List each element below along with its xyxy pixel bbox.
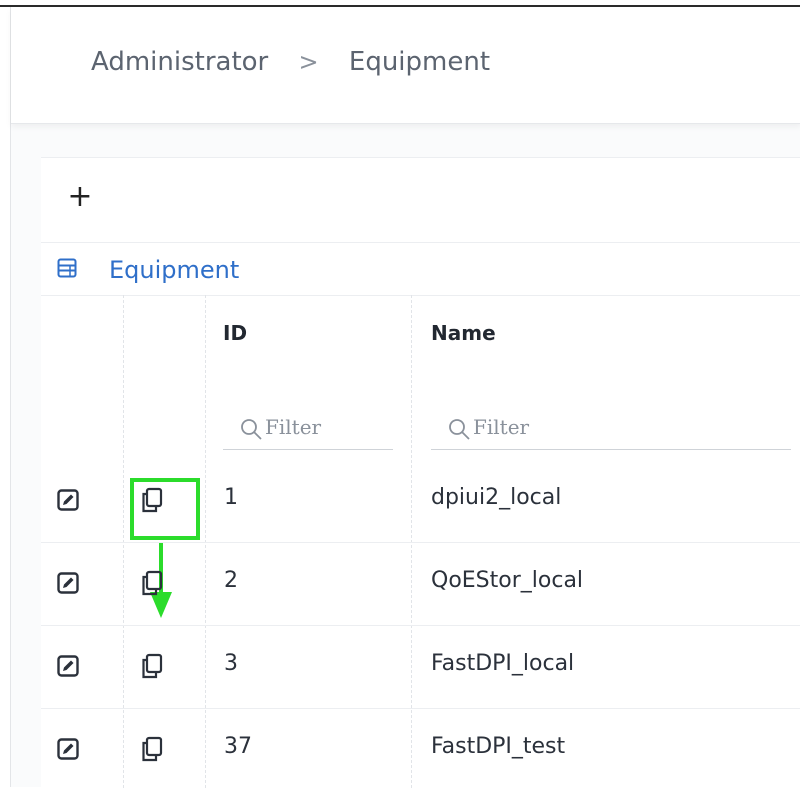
copy-icon[interactable]	[139, 487, 165, 513]
column-header-name[interactable]: Name	[431, 321, 496, 345]
search-icon	[449, 419, 470, 440]
cell-name: dpiui2_local	[431, 485, 562, 510]
breadcrumb-item-administrator[interactable]: Administrator	[91, 47, 268, 77]
id-filter-input[interactable]: Filter	[223, 407, 393, 450]
cell-name: FastDPI_test	[431, 734, 566, 759]
window-top-border	[0, 0, 800, 7]
breadcrumb: Administrator > Equipment	[91, 47, 490, 77]
name-filter-input[interactable]: Filter	[431, 407, 791, 450]
breadcrumb-separator: >	[298, 48, 319, 76]
section-header: Equipment	[41, 242, 800, 296]
edit-icon[interactable]	[57, 572, 79, 594]
cell-id: 2	[224, 568, 238, 593]
edit-icon[interactable]	[57, 738, 79, 760]
cell-name: QoEStor_local	[431, 568, 584, 593]
edit-icon[interactable]	[57, 489, 79, 511]
table-row[interactable]: 3 FastDPI_local	[41, 626, 800, 709]
equipment-panel: + Equipment ID Name Filter Filter 1 dpiu…	[41, 157, 800, 788]
name-filter-placeholder: Filter	[473, 415, 530, 439]
page: Administrator > Equipment + Equipment ID…	[10, 7, 800, 788]
breadcrumb-item-equipment: Equipment	[348, 47, 491, 77]
section-title: Equipment	[109, 256, 240, 284]
table-row[interactable]: 37 FastDPI_test	[41, 709, 800, 791]
id-filter-placeholder: Filter	[265, 415, 322, 439]
cell-id: 37	[224, 734, 252, 759]
table-row[interactable]: 1 dpiui2_local	[41, 460, 800, 543]
equipment-table: ID Name Filter Filter 1 dpiui2_local 2 Q…	[41, 295, 800, 788]
server-list-icon	[57, 258, 77, 278]
copy-icon[interactable]	[139, 736, 165, 762]
column-header-id[interactable]: ID	[223, 321, 247, 345]
copy-icon[interactable]	[139, 653, 165, 679]
search-icon	[241, 419, 262, 440]
cell-name: FastDPI_local	[431, 651, 575, 676]
cell-id: 1	[224, 485, 238, 510]
cell-id: 3	[224, 651, 238, 676]
add-equipment-button[interactable]: +	[63, 180, 97, 214]
page-header: Administrator > Equipment	[11, 7, 800, 124]
table-row[interactable]: 2 QoEStor_local	[41, 543, 800, 626]
copy-icon[interactable]	[139, 570, 165, 596]
edit-icon[interactable]	[57, 655, 79, 677]
